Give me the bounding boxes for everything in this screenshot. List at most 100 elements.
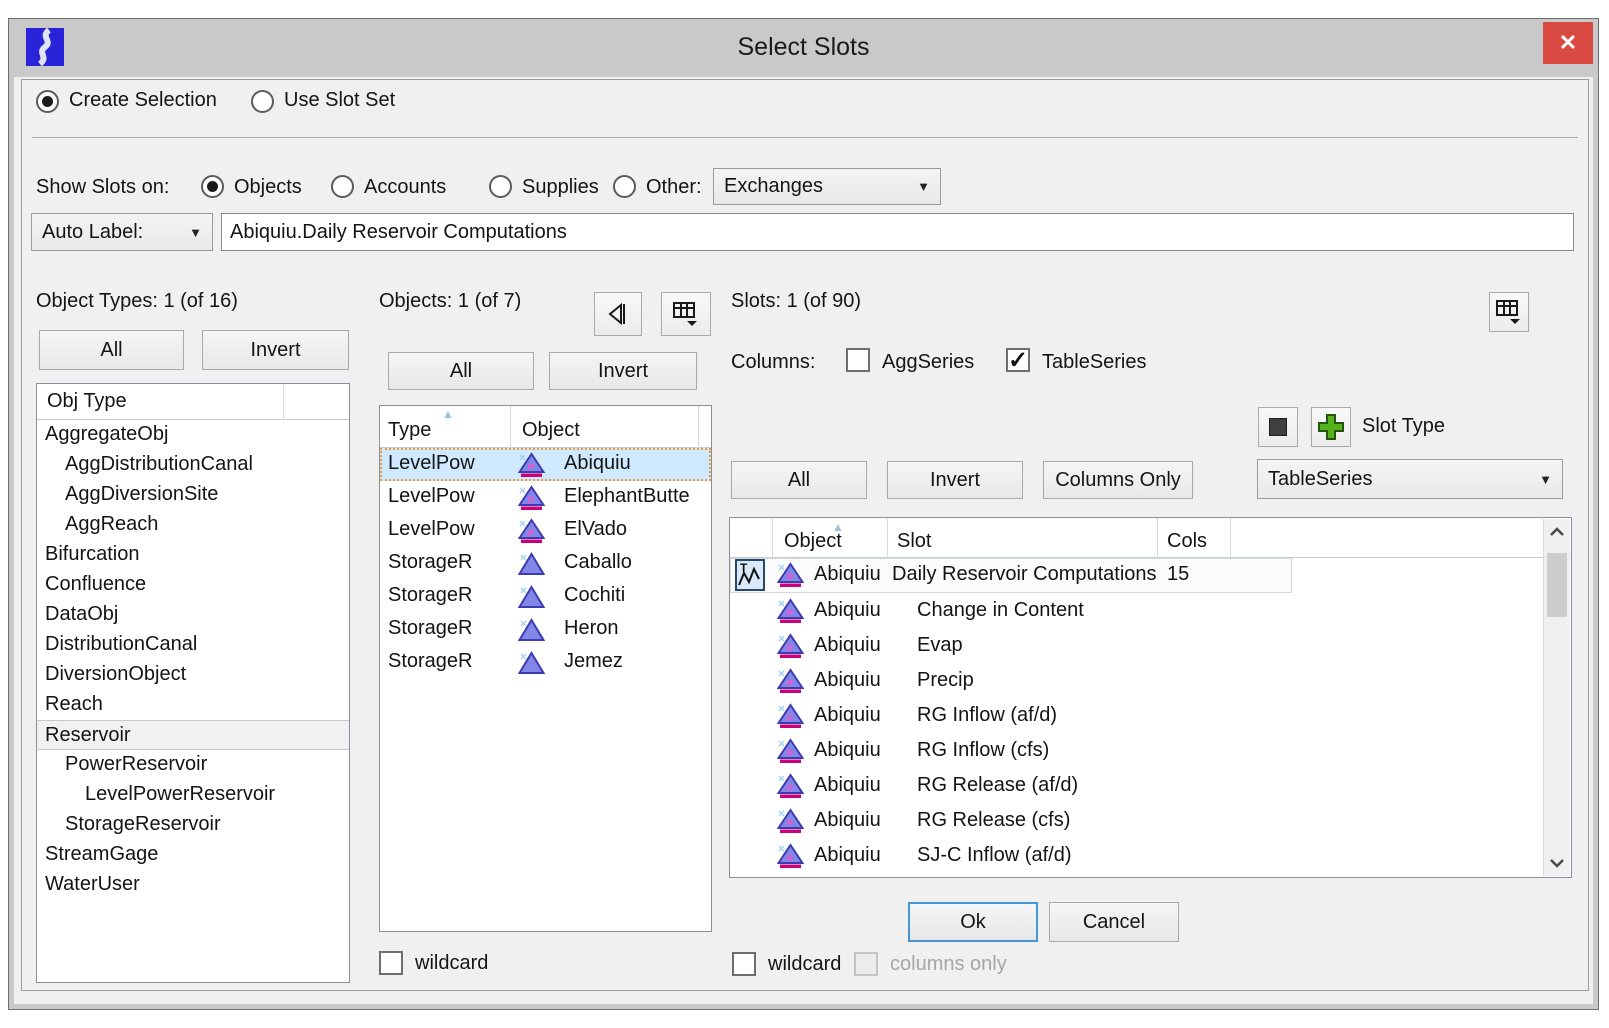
object-cell: Jemez — [564, 650, 623, 673]
type-cell: StorageR — [388, 650, 473, 673]
object-column-header[interactable]: Object — [522, 419, 580, 442]
slot-type-dropdown[interactable]: TableSeries ▼ — [1257, 459, 1563, 499]
close-button[interactable]: ✕ — [1543, 22, 1593, 64]
label-input[interactable] — [221, 213, 1574, 251]
slots-table-header[interactable]: ▲ Object Slot Cols — [730, 518, 1571, 558]
object-row-jemez[interactable]: StorageR Jemez — [380, 646, 711, 679]
cancel-button[interactable]: Cancel — [1049, 902, 1179, 942]
object-cell: Abiquiu — [564, 452, 631, 475]
slots-cols-column-header[interactable]: Cols — [1167, 530, 1207, 553]
object-row-caballo[interactable]: StorageR Caballo — [380, 547, 711, 580]
objects-columns-menu-button[interactable] — [661, 292, 711, 336]
list-item-aggregateobj[interactable]: AggregateObj — [37, 420, 349, 450]
list-item-reach[interactable]: Reach — [37, 690, 349, 720]
object-row-heron[interactable]: StorageR Heron — [380, 613, 711, 646]
auto-label-dropdown[interactable]: Auto Label: ▼ — [31, 213, 213, 251]
columns-label: Columns: — [731, 351, 815, 374]
separator — [32, 137, 1578, 138]
supplies-radio[interactable] — [489, 175, 512, 198]
object-row-elvado[interactable]: LevelPow ElVado — [380, 514, 711, 547]
show-previous-button[interactable] — [594, 292, 642, 336]
storage-reservoir-icon — [518, 616, 545, 643]
slots-wildcard-checkbox[interactable] — [732, 952, 756, 976]
slot-type-stop-button[interactable] — [1258, 407, 1298, 447]
list-item-distributioncanal[interactable]: DistributionCanal — [37, 630, 349, 660]
columns-only-checkbox-label: columns only — [890, 953, 1007, 976]
other-radio[interactable] — [613, 175, 636, 198]
list-item-aggdiversionsite[interactable]: AggDiversionSite — [37, 480, 349, 510]
level-power-reservoir-icon — [777, 667, 804, 694]
type-cell: StorageR — [388, 551, 473, 574]
object-types-all-button[interactable]: All — [39, 330, 184, 370]
slots-scrollbar[interactable] — [1543, 519, 1570, 876]
object-row-abiquiu-selected[interactable]: LevelPow Abiquiu — [380, 448, 711, 481]
slot-type-add-button[interactable] — [1311, 407, 1351, 447]
ok-button[interactable]: Ok — [908, 902, 1038, 942]
list-item-diversionobject[interactable]: DiversionObject — [37, 660, 349, 690]
slot-row-change-in-content[interactable]: Abiquiu Change in Content — [730, 593, 1543, 628]
title-bar[interactable]: Select Slots ✕ — [9, 19, 1598, 77]
type-cell: LevelPow — [388, 518, 475, 541]
object-row-cochiti[interactable]: StorageR Cochiti — [380, 580, 711, 613]
columns-only-button[interactable]: Columns Only — [1043, 461, 1193, 499]
list-item-powerreservoir[interactable]: PowerReservoir — [37, 750, 349, 780]
list-item-bifurcation[interactable]: Bifurcation — [37, 540, 349, 570]
slot-row-rg-inflow-afd[interactable]: Abiquiu RG Inflow (af/d) — [730, 698, 1543, 733]
level-power-reservoir-icon — [777, 702, 804, 729]
objects-table-header[interactable]: ▲ Type Object — [380, 406, 711, 448]
show-slots-on-label: Show Slots on: — [36, 176, 169, 199]
slot-object-cell: Abiquiu — [814, 704, 881, 727]
list-item-wateruser[interactable]: WaterUser — [37, 870, 349, 900]
slot-row-rg-inflow-cfs[interactable]: Abiquiu RG Inflow (cfs) — [730, 733, 1543, 768]
slot-row-precip[interactable]: Abiquiu Precip — [730, 663, 1543, 698]
list-item-reservoir-selected[interactable]: Reservoir — [37, 720, 349, 750]
list-item-streamgage[interactable]: StreamGage — [37, 840, 349, 870]
slots-columns-menu-button[interactable] — [1489, 292, 1529, 332]
list-item-storagereservoir[interactable]: StorageReservoir — [37, 810, 349, 840]
slot-row-sjc-inflow-afd[interactable]: Abiquiu SJ-C Inflow (af/d) — [730, 838, 1543, 873]
list-item-aggreach[interactable]: AggReach — [37, 510, 349, 540]
slot-row-evap[interactable]: Abiquiu Evap — [730, 628, 1543, 663]
slot-object-cell: Abiquiu — [814, 844, 881, 867]
slot-row-rg-release-afd[interactable]: Abiquiu RG Release (af/d) — [730, 768, 1543, 803]
list-item-dataobj[interactable]: DataObj — [37, 600, 349, 630]
create-selection-radio[interactable] — [36, 90, 59, 113]
use-slot-set-radio[interactable] — [251, 90, 274, 113]
object-row-elephantbutte[interactable]: LevelPow ElephantButte — [380, 481, 711, 514]
other-type-dropdown[interactable]: Exchanges ▼ — [713, 168, 941, 205]
objects-wildcard-checkbox[interactable] — [379, 951, 403, 975]
level-power-reservoir-icon — [777, 842, 804, 869]
aggseries-checkbox[interactable] — [846, 348, 870, 372]
slots-object-column-header[interactable]: Object — [784, 530, 842, 553]
black-square-icon — [1269, 418, 1287, 436]
slot-name-cell: SJ-C Inflow (af/d) — [917, 844, 1071, 867]
plus-icon — [1316, 412, 1346, 442]
scroll-down-icon[interactable] — [1549, 858, 1565, 868]
list-item-aggdistributioncanal[interactable]: AggDistributionCanal — [37, 450, 349, 480]
slots-invert-button[interactable]: Invert — [887, 461, 1023, 499]
objects-all-button[interactable]: All — [388, 352, 534, 390]
columns-only-checkbox-disabled — [854, 952, 878, 976]
objects-invert-button[interactable]: Invert — [549, 352, 697, 390]
scrollbar-thumb[interactable] — [1547, 553, 1567, 617]
type-cell: StorageR — [388, 617, 473, 640]
type-column-header[interactable]: Type — [388, 419, 431, 442]
level-power-reservoir-icon — [518, 451, 545, 478]
object-types-list-header[interactable]: Obj Type — [37, 384, 349, 420]
tableseries-checkbox[interactable] — [1006, 348, 1030, 372]
objects-radio[interactable] — [201, 175, 224, 198]
list-item-levelpowerreservoir[interactable]: LevelPowerReservoir — [37, 780, 349, 810]
list-item-confluence[interactable]: Confluence — [37, 570, 349, 600]
slots-heading: Slots: 1 (of 90) — [731, 290, 861, 313]
slots-slot-column-header[interactable]: Slot — [897, 530, 931, 553]
chevron-down-icon: ▼ — [189, 225, 202, 240]
accounts-radio[interactable] — [331, 175, 354, 198]
aggseries-label: AggSeries — [882, 351, 974, 374]
scroll-up-icon[interactable] — [1549, 527, 1565, 537]
level-power-reservoir-icon — [777, 807, 804, 834]
slot-row-daily-reservoir-computations-selected[interactable]: Abiquiu Daily Reservoir Computations 15 — [730, 558, 1543, 593]
slots-all-button[interactable]: All — [731, 461, 867, 499]
slot-row-rg-release-cfs[interactable]: Abiquiu RG Release (cfs) — [730, 803, 1543, 838]
object-types-invert-button[interactable]: Invert — [202, 330, 349, 370]
level-power-reservoir-icon — [518, 517, 545, 544]
